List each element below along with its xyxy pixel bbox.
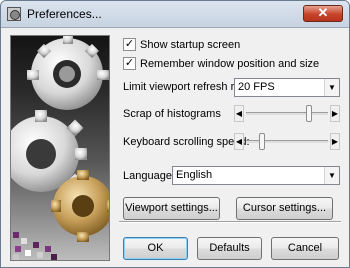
title-bar[interactable]: Preferences... ✕: [1, 1, 349, 28]
ok-button[interactable]: OK: [123, 237, 188, 260]
checkbox-box[interactable]: ✓: [123, 57, 136, 70]
refresh-rate-select[interactable]: 20 FPS ▼: [234, 78, 340, 97]
language-select[interactable]: English ▼: [172, 166, 340, 185]
gears-illustration: [11, 36, 109, 260]
divider: [119, 221, 341, 223]
language-label: Language:: [123, 170, 175, 182]
histograms-slider[interactable]: ◀ ▶: [234, 105, 340, 122]
close-button[interactable]: ✕: [303, 5, 343, 22]
left-arrow-icon[interactable]: ◀: [234, 105, 244, 122]
chevron-down-icon[interactable]: ▼: [324, 167, 339, 184]
slider-track: [246, 112, 328, 115]
window-title: Preferences...: [27, 7, 102, 21]
pixel-mosaic: [13, 232, 57, 260]
right-arrow-icon[interactable]: ▶: [330, 105, 340, 122]
scrolling-speed-label: Keyboard scrolling speed:: [123, 136, 250, 148]
viewport-settings-button[interactable]: Viewport settings...: [123, 197, 220, 220]
checkbox-label: Remember window position and size: [140, 57, 320, 70]
right-arrow-icon[interactable]: ▶: [330, 133, 340, 150]
slider-thumb[interactable]: [259, 133, 265, 150]
gears-artwork: [10, 35, 110, 261]
cancel-button[interactable]: Cancel: [271, 237, 339, 260]
checkbox-box[interactable]: ✓: [123, 38, 136, 51]
language-value: English: [176, 169, 213, 181]
slider-thumb[interactable]: [306, 105, 312, 122]
scrolling-speed-slider[interactable]: ◀ ▶: [234, 133, 340, 150]
chevron-down-icon[interactable]: ▼: [324, 79, 339, 96]
cursor-settings-button[interactable]: Cursor settings...: [236, 197, 333, 220]
remember-window-checkbox[interactable]: ✓ Remember window position and size: [123, 56, 319, 71]
histograms-label: Scrap of histograms: [123, 108, 221, 120]
preferences-window: Preferences... ✕ ✓ Show startup screen ✓…: [0, 0, 350, 268]
refresh-rate-value: 20 FPS: [238, 81, 275, 93]
left-arrow-icon[interactable]: ◀: [234, 133, 244, 150]
defaults-button[interactable]: Defaults: [197, 237, 262, 260]
gear-icon: [7, 7, 21, 21]
show-startup-screen-checkbox[interactable]: ✓ Show startup screen: [123, 37, 240, 52]
checkbox-label: Show startup screen: [140, 38, 241, 51]
